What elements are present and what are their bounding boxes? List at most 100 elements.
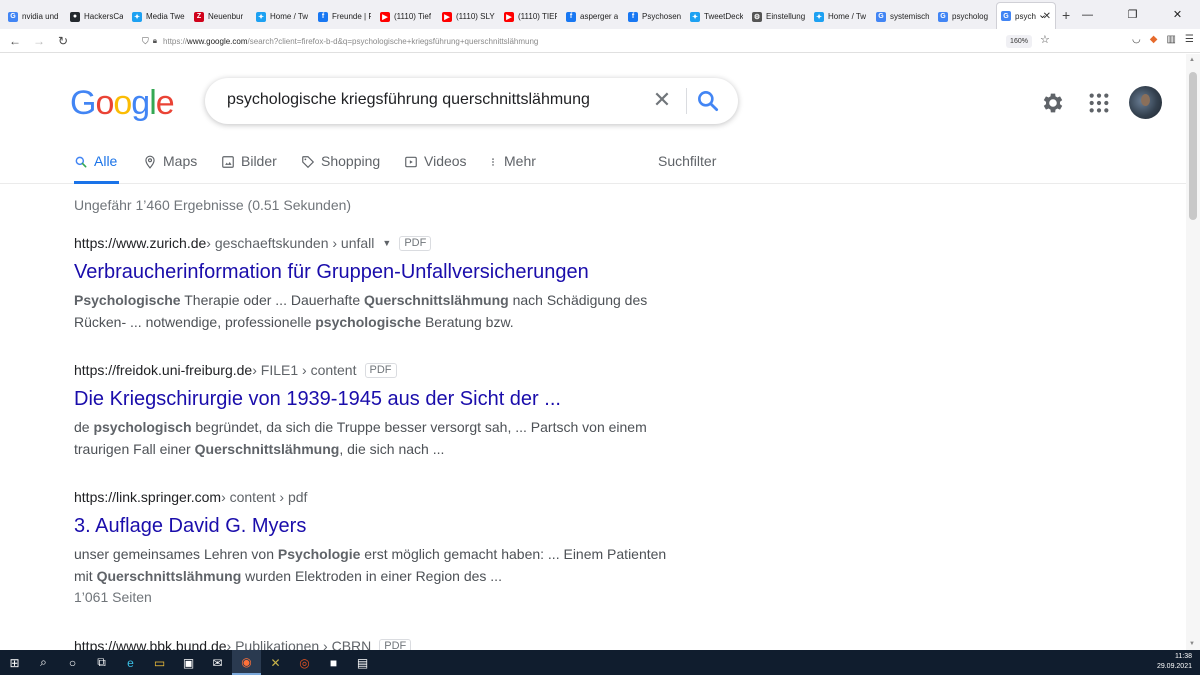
result-page-count: 1’061 Seiten: [74, 589, 152, 605]
browser-tab[interactable]: f Psychosen: [624, 4, 686, 29]
clock-time: 11:38: [1175, 653, 1192, 660]
snippet-highlight: psychologische: [315, 314, 422, 330]
lock-icon[interactable]: 🔒︎: [153, 36, 157, 46]
mail-icon[interactable]: ✉: [203, 650, 232, 675]
chevron-down-icon[interactable]: ⌄: [1020, 8, 1065, 21]
scrollbar[interactable]: ▲ ▼: [1186, 54, 1200, 650]
back-arrow-icon[interactable]: ←: [3, 34, 27, 48]
search-result: https://www.zurich.de › geschaeftskunden…: [74, 233, 674, 333]
url-bar[interactable]: ⛉ 🔒︎ https://www.google.com/search?clien…: [142, 32, 1062, 50]
browser-tab[interactable]: Gnvidia und: [4, 4, 66, 29]
tab-shopping[interactable]: Shopping: [301, 150, 380, 184]
search-tabs: Alle Maps Bilder Shopping Videos Mehr Su…: [0, 150, 1186, 184]
edge-icon[interactable]: e: [116, 650, 145, 675]
twitter-icon: ✦: [132, 11, 142, 22]
app-dark-icon[interactable]: ■: [319, 650, 348, 675]
result-title-link[interactable]: Die Kriegschirurgie von 1939-1945 aus de…: [74, 386, 674, 412]
bookmark-star-icon[interactable]: ☆: [1040, 33, 1050, 46]
browser-tab[interactable]: Z Neuenbur: [190, 4, 252, 29]
browser-tab[interactable]: ▶ (1110) Tief: [376, 4, 438, 29]
tracking-shield-icon[interactable]: ⛉: [142, 36, 149, 47]
browser-tab[interactable]: ▶ (1110) SLY: [438, 4, 500, 29]
result-cite[interactable]: https://link.springer.com › content › pd…: [74, 487, 674, 507]
reload-icon[interactable]: ↻: [51, 34, 75, 48]
twitter-icon: ✦: [814, 11, 824, 22]
result-cite[interactable]: https://www.bbk.bund.de › Publikationen …: [74, 636, 674, 650]
zoom-indicator[interactable]: 160%: [1006, 35, 1032, 48]
image-icon: [222, 156, 234, 168]
avatar[interactable]: [1129, 86, 1162, 119]
menu-icon[interactable]: ☰: [1185, 34, 1194, 45]
scroll-down-icon[interactable]: ▼: [1189, 641, 1195, 647]
snippet-highlight: Querschnittslähmung: [364, 292, 509, 308]
browser-tab[interactable]: ⚙ Einstellung: [748, 4, 810, 29]
windows-start-icon[interactable]: ⊞: [0, 650, 29, 675]
search-result: https://www.bbk.bund.de › Publikationen …: [74, 636, 674, 650]
ubuntu-icon[interactable]: ◎: [290, 650, 319, 675]
apps-grid-icon[interactable]: [1088, 92, 1110, 114]
navigation-bar: ← → ↻ ⛉ 🔒︎ https://www.google.com/search…: [0, 29, 1200, 53]
app-x-icon[interactable]: ✕: [261, 650, 290, 675]
browser-tab[interactable]: Gsystemisch: [872, 4, 934, 29]
browser-tab[interactable]: ▶ (1110) TIEF: [500, 4, 562, 29]
tab-videos[interactable]: Videos: [404, 150, 467, 184]
result-title-link[interactable]: Verbraucherinformation für Gruppen-Unfal…: [74, 259, 674, 285]
tab-videos-label: Videos: [424, 153, 467, 169]
extension-icon[interactable]: ◆: [1150, 34, 1158, 45]
minimize-button[interactable]: —: [1065, 9, 1110, 21]
result-cite[interactable]: https://www.zurich.de › geschaeftskunden…: [74, 233, 674, 253]
tab-tools[interactable]: Suchfilter: [658, 150, 716, 184]
close-window-button[interactable]: ✕: [1155, 8, 1200, 21]
browser-tab-label: HackersCa: [84, 12, 123, 21]
browser-tab[interactable]: ✦ TweetDeck: [686, 4, 748, 29]
search-button[interactable]: [695, 88, 721, 114]
tab-bar: Gnvidia und ● HackersCa ✦ Media Twe Z Neuenbur…: [0, 0, 1200, 29]
firefox-icon[interactable]: ◉: [232, 650, 261, 675]
browser-tab[interactable]: f Freunde | F: [314, 4, 376, 29]
search-input[interactable]: psychologische kriegsführung querschnitt…: [227, 91, 590, 109]
tab-images[interactable]: Bilder: [221, 150, 277, 184]
facebook-icon: f: [318, 11, 328, 22]
toolbar-icons: ◡ ◆ ▥ ☰: [1132, 34, 1194, 45]
taskbar: ⊞ ⌕ ○ ⧉ e ▭ ▣ ✉ ◉ ✕ ◎ ■ ▤ 11:38 29.09.2021: [0, 650, 1200, 675]
browser-tab-label: nvidia und: [22, 12, 59, 21]
browser-tab[interactable]: ✦ Home / Tw: [252, 4, 314, 29]
forward-arrow-icon[interactable]: →: [27, 34, 51, 48]
snippet-highlight: psychologisch: [93, 419, 192, 435]
tab-all[interactable]: Alle: [74, 150, 119, 184]
browser-window: Gnvidia und ● HackersCa ✦ Media Twe Z Neuenbur…: [0, 0, 1200, 650]
browser-tab-label: psycholog: [952, 12, 989, 21]
browser-tab-label: TweetDeck: [704, 12, 743, 21]
google-logo[interactable]: Google: [70, 84, 175, 123]
library-icon[interactable]: ▥: [1166, 34, 1175, 45]
scroll-up-icon[interactable]: ▲: [1189, 57, 1195, 63]
task-view-icon[interactable]: ⧉: [87, 650, 116, 675]
browser-tab-label: (1110) SLY: [456, 12, 495, 21]
twitter-icon: ✦: [256, 11, 266, 22]
file-explorer-icon[interactable]: ▭: [145, 650, 174, 675]
browser-tab-label: systemisch: [890, 12, 929, 21]
browser-tab[interactable]: f asperger a: [562, 4, 624, 29]
search-icon[interactable]: ⌕: [29, 650, 58, 675]
result-title-link[interactable]: 3. Auflage David G. Myers: [74, 513, 674, 539]
tab-maps[interactable]: Maps: [143, 150, 197, 184]
settings-gear-icon[interactable]: [1040, 90, 1066, 116]
result-cite[interactable]: https://freidok.uni-freiburg.de › FILE1 …: [74, 360, 674, 380]
chevron-down-icon[interactable]: ▼: [382, 238, 391, 248]
facebook-icon: f: [628, 11, 638, 22]
system-tray-clock[interactable]: 11:38 29.09.2021: [1157, 652, 1192, 672]
notes-icon[interactable]: ▤: [348, 650, 377, 675]
maximize-button[interactable]: ❐: [1110, 8, 1155, 21]
clear-search-button[interactable]: ✕: [649, 87, 675, 113]
scrollbar-thumb[interactable]: [1189, 72, 1197, 220]
browser-tab[interactable]: ✦ Media Twe: [128, 4, 190, 29]
result-domain: https://www.bbk.bund.de: [74, 638, 227, 650]
browser-tab[interactable]: ✦ Home / Tw: [810, 4, 872, 29]
store-icon[interactable]: ▣: [174, 650, 203, 675]
tab-more[interactable]: Mehr: [488, 150, 536, 184]
cortana-icon[interactable]: ○: [58, 650, 87, 675]
pocket-icon[interactable]: ◡: [1132, 34, 1141, 45]
browser-tab[interactable]: Gpsycholog: [934, 4, 996, 29]
pdf-badge: PDF: [379, 638, 412, 650]
browser-tab[interactable]: ● HackersCa: [66, 4, 128, 29]
